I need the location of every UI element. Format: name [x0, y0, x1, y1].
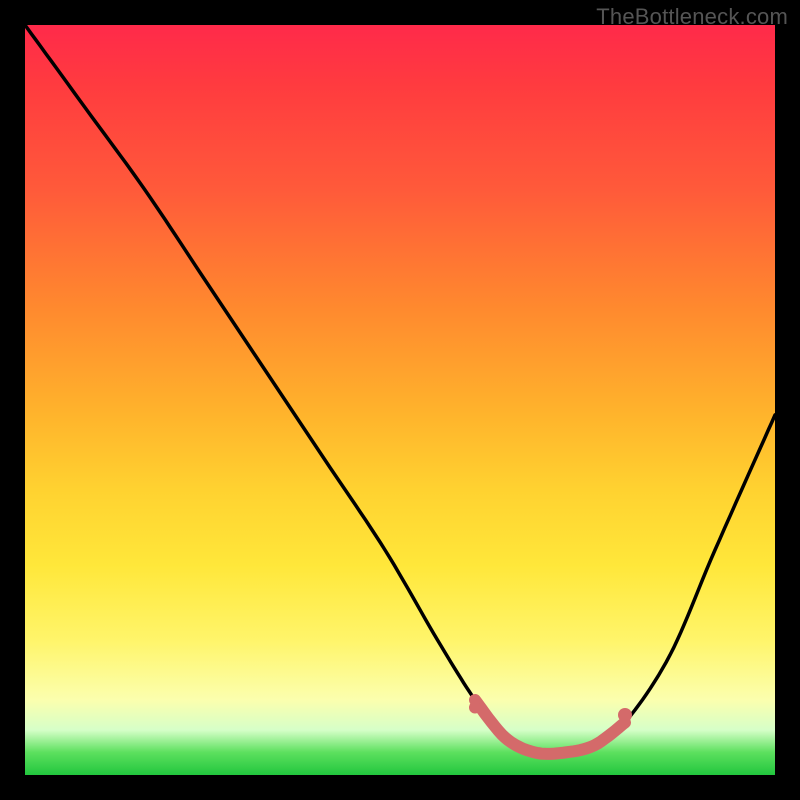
range-mid-marker-b: [530, 748, 540, 758]
curve-svg: [25, 25, 775, 775]
range-end-marker: [618, 708, 632, 722]
optimal-range-highlight: [475, 700, 625, 754]
range-mid-marker-c: [560, 748, 570, 758]
range-mid-marker-d: [590, 740, 600, 750]
plot-area: [25, 25, 775, 775]
range-mid-marker-a: [500, 733, 510, 743]
range-start-marker: [469, 702, 481, 714]
chart-frame: TheBottleneck.com: [0, 0, 800, 800]
bottleneck-curve: [25, 25, 775, 754]
